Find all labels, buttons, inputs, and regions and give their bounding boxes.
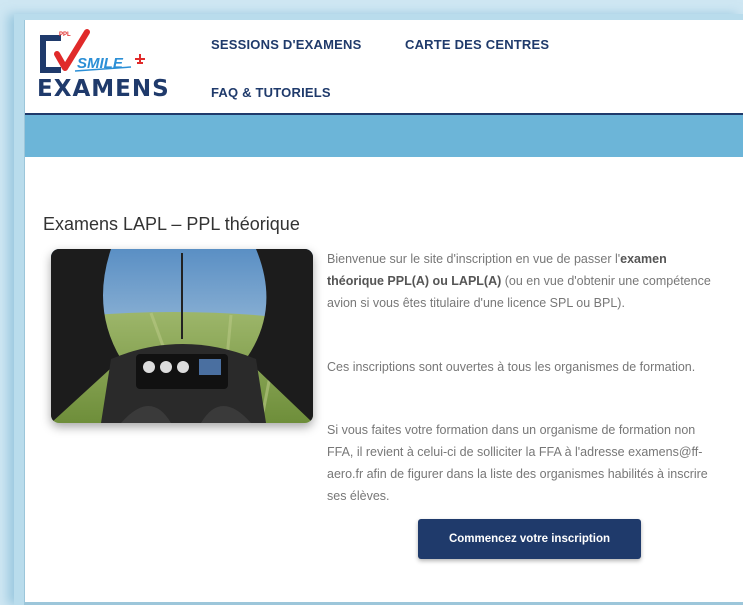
logo-top-text: PPL [59,32,71,38]
intro-paragraph: Bienvenue sur le site d'inscription en v… [327,248,721,314]
nav-carte[interactable]: CARTE DES CENTRES [405,37,549,52]
cockpit-image [51,249,313,423]
intro-text-a: Bienvenue sur le site d'inscription en v… [327,252,621,266]
nav-sessions[interactable]: SESSIONS D'EXAMENS [211,37,361,52]
header-banner [25,115,743,157]
nav-faq[interactable]: FAQ & TUTORIELS [211,85,331,100]
browser-frame: PPL SMILE EXAMENS SESSIONS D'EXAMENS CAR… [14,14,743,605]
plane-icon [135,54,145,64]
start-registration-button[interactable]: Commencez votre inscription [418,519,641,559]
page: PPL SMILE EXAMENS SESSIONS D'EXAMENS CAR… [24,20,743,605]
logo-brand-text: EXAMENS [37,76,170,102]
logo-graphic: PPL SMILE EXAMENS [37,29,170,102]
site-logo[interactable]: PPL SMILE EXAMENS [31,26,191,106]
page-title: Examens LAPL – PPL théorique [43,214,300,234]
cockpit-photo [51,249,313,423]
ffa-paragraph: Si vous faites votre formation dans un o… [327,423,708,503]
main-content: Examens LAPL – PPL théorique Bienvenue s… [25,157,743,605]
site-header: PPL SMILE EXAMENS SESSIONS D'EXAMENS CAR… [25,20,743,115]
info-paragraph: Ces inscriptions sont ouvertes à tous le… [327,360,696,374]
